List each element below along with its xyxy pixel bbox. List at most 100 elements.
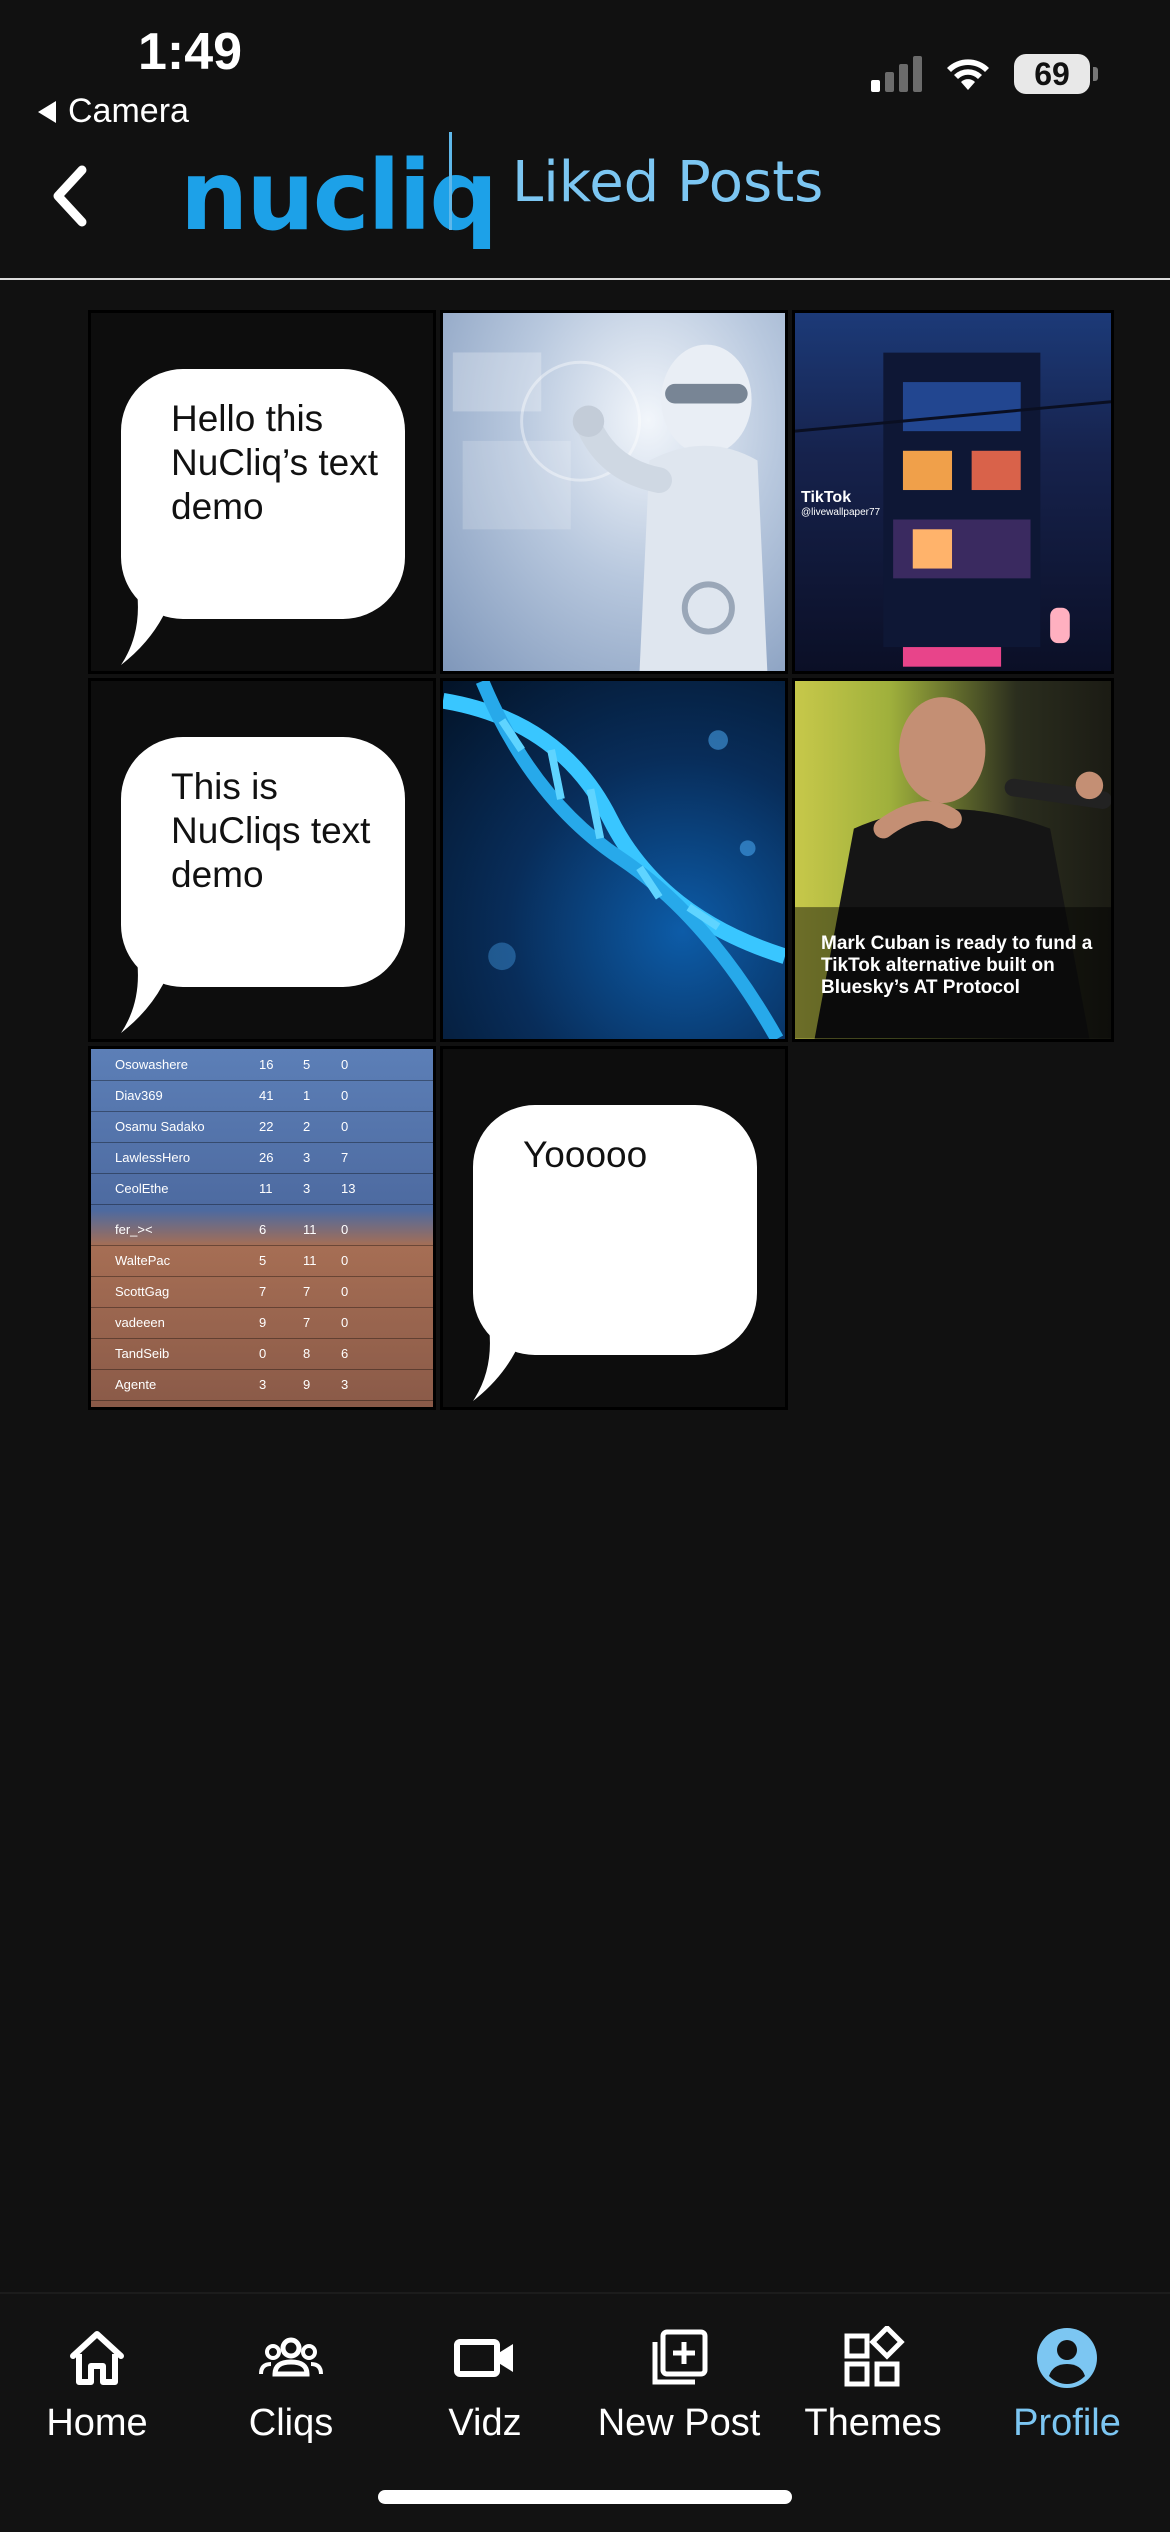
- scoreboard-deaths: 9: [303, 1377, 311, 1392]
- scoreboard-deaths: 2: [303, 1119, 311, 1134]
- nav-label: New Post: [597, 2402, 761, 2444]
- post-tile-scoreboard-image[interactable]: Osowashere 16 5 0 Diav369 41 1 0 Osamu Sadako 22 2…: [88, 1046, 436, 1410]
- scoreboard-player-name: TandSeib: [115, 1346, 170, 1361]
- scoreboard-kills: 0: [259, 1346, 267, 1361]
- battery-icon: 69: [1014, 54, 1098, 94]
- scoreboard-player-name: Diav369: [115, 1088, 163, 1103]
- scoreboard-kills: 7: [259, 1284, 267, 1299]
- post-tile-text-yooooo[interactable]: Yooooo: [440, 1046, 788, 1410]
- scoreboard-deaths: 3: [303, 1150, 311, 1165]
- scoreboard-player-name: Agente: [115, 1377, 157, 1392]
- nav-vidz[interactable]: Vidz: [388, 2314, 582, 2464]
- scoreboard-kills: 9: [259, 1315, 267, 1330]
- scoreboard-player-name: ScottGag: [115, 1284, 170, 1299]
- post-text: This is NuCliqs text demo: [171, 766, 371, 895]
- dna-helix-image: [443, 681, 785, 1039]
- nav-new-post[interactable]: New Post: [582, 2314, 776, 2464]
- scoreboard-row: LawlessHero 26 3 7: [91, 1142, 433, 1174]
- nav-home[interactable]: Home: [0, 2314, 194, 2464]
- add-post-icon: [652, 2329, 708, 2385]
- post-tile-dna-image[interactable]: [440, 678, 788, 1042]
- scoreboard-kills: 26: [259, 1150, 274, 1165]
- scoreboard-assists: 0: [341, 1284, 349, 1299]
- themes-grid-icon: [844, 2326, 905, 2387]
- scoreboard-deaths: 7: [303, 1284, 311, 1299]
- post-tile-text-hello[interactable]: Hello this NuCliq’s text demo: [88, 310, 436, 674]
- nav-themes[interactable]: Themes: [776, 2314, 970, 2464]
- scoreboard-assists: 0: [341, 1222, 349, 1237]
- scoreboard-assists: 6: [341, 1346, 349, 1361]
- scoreboard-player-name: Osamu Sadako: [115, 1119, 205, 1134]
- speech-bubble: Yooooo: [473, 1105, 757, 1401]
- robot-image: [452, 344, 768, 671]
- post-tile-news-image[interactable]: Mark Cuban is ready to fund a TikTok alt…: [792, 678, 1114, 1042]
- scoreboard-player-name: LawlessHero: [115, 1150, 191, 1165]
- post-tile-robot-image[interactable]: [440, 310, 788, 674]
- scoreboard-deaths: 5: [303, 1057, 311, 1072]
- nav-label: Cliqs: [248, 2402, 334, 2444]
- liked-posts-grid: Hello this NuCliq’s text demo TikTok @li…: [88, 310, 1114, 1410]
- scoreboard-assists: 7: [341, 1150, 349, 1165]
- nav-profile[interactable]: Profile: [970, 2314, 1164, 2464]
- scoreboard-assists: 0: [341, 1315, 349, 1330]
- scoreboard-row: TandSeib 0 8 6: [91, 1338, 433, 1370]
- scoreboard-image: Osowashere 16 5 0 Diav369 41 1 0 Osamu Sadako 22 2…: [91, 1049, 433, 1407]
- header-separator: [0, 278, 1170, 280]
- home-indicator: [378, 2490, 792, 2504]
- scoreboard-assists: 0: [341, 1119, 349, 1134]
- scoreboard-kills: 3: [259, 1377, 267, 1392]
- scoreboard-assists: 3: [341, 1377, 349, 1392]
- scoreboard-deaths: 11: [303, 1222, 317, 1237]
- scoreboard-assists: 13: [341, 1181, 356, 1196]
- scoreboard-deaths: 8: [303, 1346, 311, 1361]
- scoreboard-kills: 5: [259, 1253, 267, 1268]
- header-divider: [449, 132, 452, 230]
- news-caption: Mark Cuban is ready to fund a TikTok alt…: [821, 933, 1093, 998]
- scoreboard-kills: 22: [259, 1119, 274, 1134]
- post-text: Yooooo: [523, 1134, 648, 1175]
- scoreboard-row: Agente 3 9 3: [91, 1369, 433, 1401]
- scoreboard-player-name: WaltePac: [115, 1253, 171, 1268]
- profile-icon: [1037, 2328, 1097, 2388]
- scoreboard-player-name: Osowashere: [115, 1057, 188, 1072]
- speech-bubble: This is NuCliqs text demo: [121, 737, 405, 1033]
- nav-label: Themes: [804, 2402, 942, 2444]
- video-camera-icon: [454, 2339, 513, 2377]
- scoreboard-row: Osowashere 16 5 0: [91, 1049, 433, 1081]
- nav-label: Vidz: [448, 2402, 522, 2444]
- scoreboard-kills: 41: [259, 1088, 274, 1103]
- group-icon: [259, 2337, 323, 2377]
- scoreboard-row: Osamu Sadako 22 2 0: [91, 1111, 433, 1143]
- scoreboard-row: WaltePac 5 11 0: [91, 1245, 433, 1277]
- scoreboard-player-name: fer_><: [115, 1222, 153, 1237]
- tiktok-watermark: TikTok: [801, 489, 852, 506]
- nav-cliqs[interactable]: Cliqs: [194, 2314, 388, 2464]
- post-tile-text-this-is[interactable]: This is NuCliqs text demo: [88, 678, 436, 1042]
- scoreboard-deaths: 3: [303, 1181, 311, 1196]
- scoreboard-player-name: vadeeen: [115, 1315, 165, 1330]
- header: nucliq Liked Posts: [0, 120, 1170, 280]
- scoreboard-deaths: 1: [303, 1088, 311, 1103]
- post-tile-city-image[interactable]: TikTok @livewallpaper77: [792, 310, 1114, 674]
- scoreboard-kills: 11: [259, 1181, 273, 1196]
- scoreboard-row: vadeeen 9 7 0: [91, 1307, 433, 1339]
- wifi-icon: [947, 59, 989, 90]
- tiktok-handle: @livewallpaper77: [801, 507, 881, 518]
- scoreboard-kills: 16: [259, 1057, 274, 1072]
- page-title: Liked Posts: [512, 150, 824, 215]
- status-icons: 69: [871, 54, 1098, 94]
- scoreboard-assists: 0: [341, 1088, 349, 1103]
- scoreboard-deaths: 7: [303, 1315, 311, 1330]
- scoreboard-assists: 0: [341, 1057, 349, 1072]
- scoreboard-player-name: CeolEthe: [115, 1181, 169, 1196]
- nav-label: Profile: [1013, 2402, 1121, 2444]
- scoreboard-row: CeolEthe 11 3 13: [91, 1173, 433, 1205]
- speech-bubble: Hello this NuCliq’s text demo: [121, 369, 405, 665]
- scoreboard-row: fer_>< 6 11 0: [91, 1214, 433, 1246]
- scoreboard-row: ScottGag 7 7 0: [91, 1276, 433, 1308]
- back-chevron-icon[interactable]: [40, 156, 100, 236]
- scoreboard-deaths: 11: [303, 1253, 317, 1268]
- nav-label: Home: [46, 2402, 148, 2444]
- scoreboard-assists: 0: [341, 1253, 349, 1268]
- post-text: Hello this NuCliq’s text demo: [171, 398, 379, 527]
